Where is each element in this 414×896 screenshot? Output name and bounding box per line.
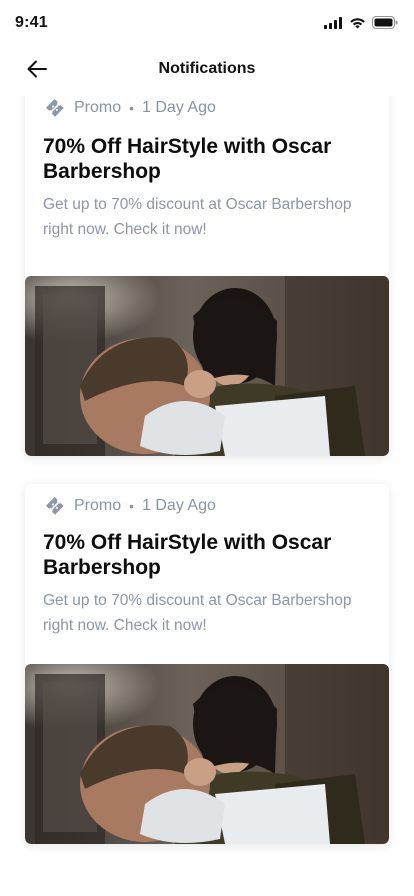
notification-title: 70% Off HairStyle with Oscar Barbershop (43, 135, 332, 183)
notification-meta: Promo • 1 Day Ago (43, 494, 216, 518)
notification-category: Promo (74, 497, 122, 514)
notification-description: Get up to 70% discount at Oscar Barbersh… (43, 592, 352, 634)
battery-icon (372, 16, 398, 29)
signal-icon (324, 16, 343, 29)
notification-card[interactable]: Promo • 1 Day Ago 70% Off HairStyle with… (25, 484, 389, 844)
ticket-tag-icon (43, 494, 67, 518)
ticket-tag-icon (43, 96, 67, 120)
barber-styling-hair-photo (25, 664, 389, 844)
app-header: Notifications (0, 48, 414, 92)
notification-category: Promo (74, 99, 122, 116)
meta-separator: • (129, 100, 135, 116)
page-title: Notifications (158, 60, 256, 77)
status-time: 9:41 (15, 14, 48, 31)
notification-description: Get up to 70% discount at Oscar Barbersh… (43, 196, 352, 238)
notification-title: 70% Off HairStyle with Oscar Barbershop (43, 531, 332, 579)
barber-styling-hair-photo (25, 276, 389, 456)
status-bar: 9:41 (0, 0, 414, 48)
notification-meta: Promo • 1 Day Ago (43, 96, 216, 120)
notification-time: 1 Day Ago (142, 497, 216, 514)
status-icons (324, 16, 398, 29)
meta-separator: • (129, 498, 135, 514)
wifi-icon (349, 17, 366, 29)
notification-time: 1 Day Ago (142, 99, 216, 116)
notification-card[interactable]: Promo • 1 Day Ago 70% Off HairStyle with… (25, 96, 389, 456)
notification-feed[interactable]: Promo • 1 Day Ago 70% Off HairStyle with… (0, 96, 414, 896)
